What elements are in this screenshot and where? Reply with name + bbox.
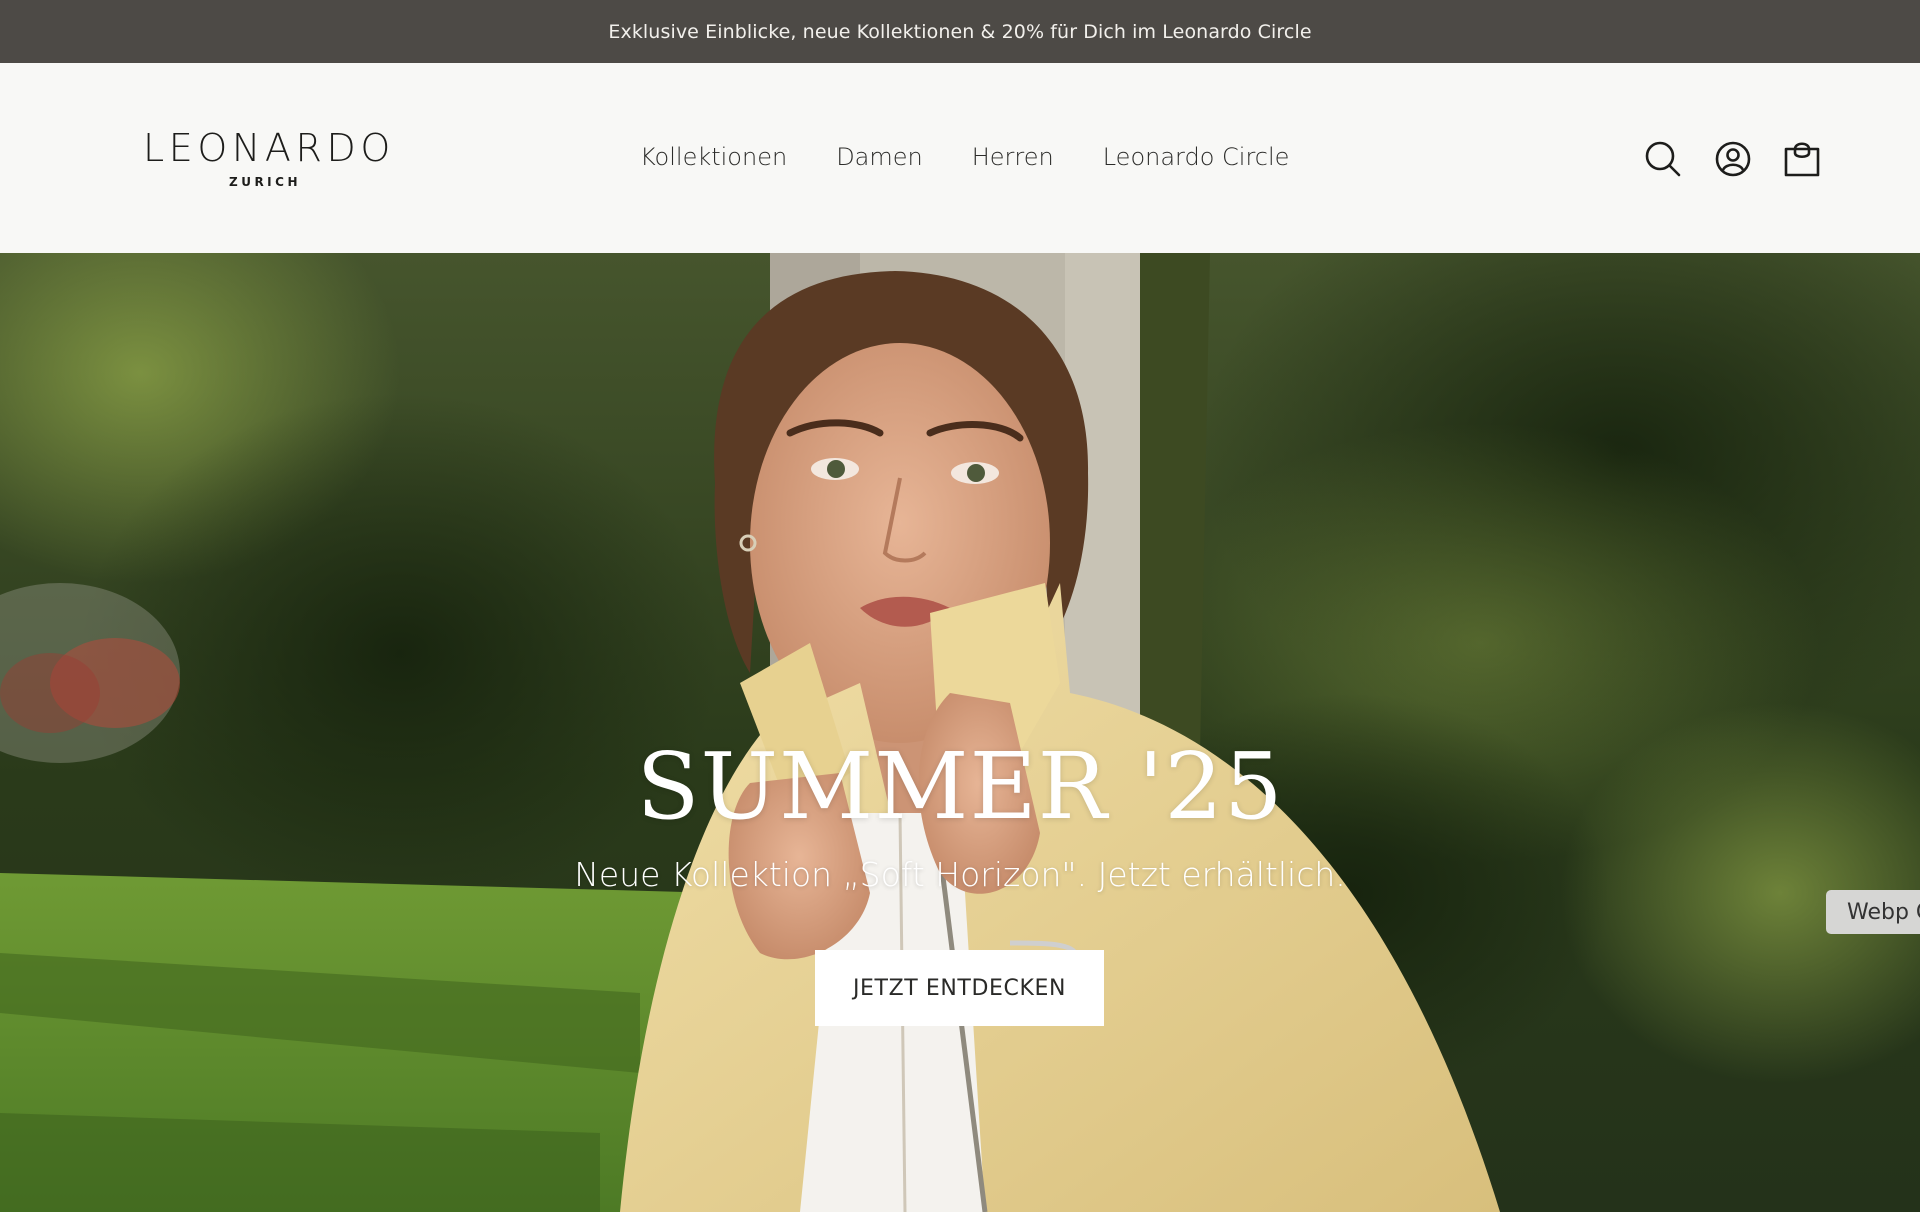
logo-wordmark: LEONARDO: [143, 126, 395, 170]
search-icon[interactable]: [1643, 139, 1683, 179]
discover-button[interactable]: JETZT ENTDECKEN: [815, 950, 1104, 1026]
promo-text[interactable]: Exklusive Einblicke, neue Kollektionen &…: [608, 21, 1311, 43]
account-icon[interactable]: [1713, 139, 1753, 179]
brand-logo[interactable]: LEONARDO ZURICH: [143, 129, 391, 199]
main-navigation: Kollektionen Damen Herren Leonardo Circl…: [640, 143, 1289, 171]
nav-item-herren[interactable]: Herren: [972, 143, 1054, 171]
hero-subtitle: Neue Kollektion „Soft Horizon". Jetzt er…: [574, 855, 1346, 894]
webp-badge[interactable]: Webp C: [1826, 890, 1920, 934]
hero-content: SUMMER '25 Neue Kollektion „Soft Horizon…: [0, 253, 1920, 1212]
nav-item-leonardo-circle[interactable]: Leonardo Circle: [1103, 143, 1290, 171]
hero-title: SUMMER '25: [636, 733, 1284, 840]
nav-item-damen[interactable]: Damen: [836, 143, 923, 171]
promo-bar[interactable]: Exklusive Einblicke, neue Kollektionen &…: [0, 0, 1920, 63]
nav-item-kollektionen[interactable]: Kollektionen: [640, 143, 787, 171]
bag-icon[interactable]: [1782, 139, 1822, 179]
site-header: LEONARDO ZURICH Kollektionen Damen Herre…: [0, 63, 1920, 253]
hero-banner[interactable]: SUMMER '25 Neue Kollektion „Soft Horizon…: [0, 253, 1920, 1212]
logo-subtitle: ZURICH: [229, 175, 301, 189]
